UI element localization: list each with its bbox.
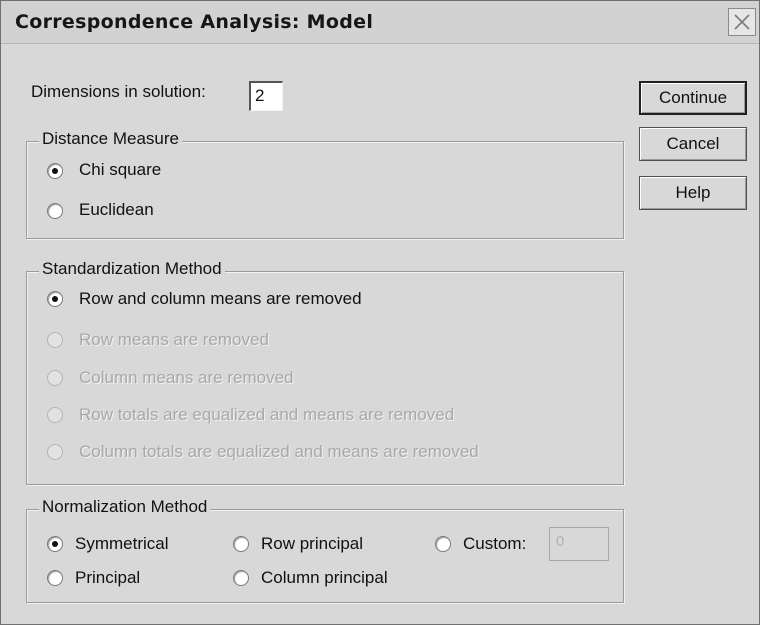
column-means-removed-radio [47,370,63,386]
custom-label[interactable]: Custom: [463,534,526,554]
euclidean-label[interactable]: Euclidean [79,200,154,220]
normalization-method-title: Normalization Method [39,497,211,517]
cancel-button[interactable]: Cancel [639,127,747,161]
chi-square-label[interactable]: Chi square [79,160,161,180]
dimensions-label: Dimensions in solution: [31,82,206,101]
symmetrical-label[interactable]: Symmetrical [75,534,169,554]
close-button[interactable] [728,8,756,36]
dialog-title: Correspondence Analysis: Model [15,11,374,33]
correspondence-analysis-model-dialog: Correspondence Analysis: Model Dimension… [0,0,760,625]
close-icon [734,14,750,30]
row-totals-equalized-label: Row totals are equalized and means are r… [79,405,455,424]
normalization-method-group [26,509,624,603]
row-principal-label[interactable]: Row principal [261,534,363,554]
principal-radio[interactable] [47,570,63,586]
column-totals-equalized-label: Column totals are equalized and means ar… [79,442,479,461]
chi-square-radio[interactable] [47,163,63,179]
custom-value-input[interactable]: 0 [549,527,609,561]
column-principal-radio[interactable] [233,570,249,586]
dimensions-input[interactable]: 2 [249,81,283,111]
symmetrical-radio[interactable] [47,536,63,552]
column-means-removed-label: Column means are removed [79,368,294,387]
principal-label[interactable]: Principal [75,568,140,588]
euclidean-radio[interactable] [47,203,63,219]
row-column-means-removed-label[interactable]: Row and column means are removed [79,289,362,309]
standardization-method-title: Standardization Method [39,259,225,279]
row-means-removed-label: Row means are removed [79,330,269,349]
title-bar: Correspondence Analysis: Model [1,1,759,44]
continue-button[interactable]: Continue [639,81,747,115]
row-means-removed-radio [47,332,63,348]
custom-radio[interactable] [435,536,451,552]
row-principal-radio[interactable] [233,536,249,552]
help-button[interactable]: Help [639,176,747,210]
column-totals-equalized-radio [47,444,63,460]
row-totals-equalized-radio [47,407,63,423]
distance-measure-group [26,141,624,239]
row-column-means-removed-radio[interactable] [47,291,63,307]
distance-measure-title: Distance Measure [39,129,183,149]
column-principal-label[interactable]: Column principal [261,568,388,588]
